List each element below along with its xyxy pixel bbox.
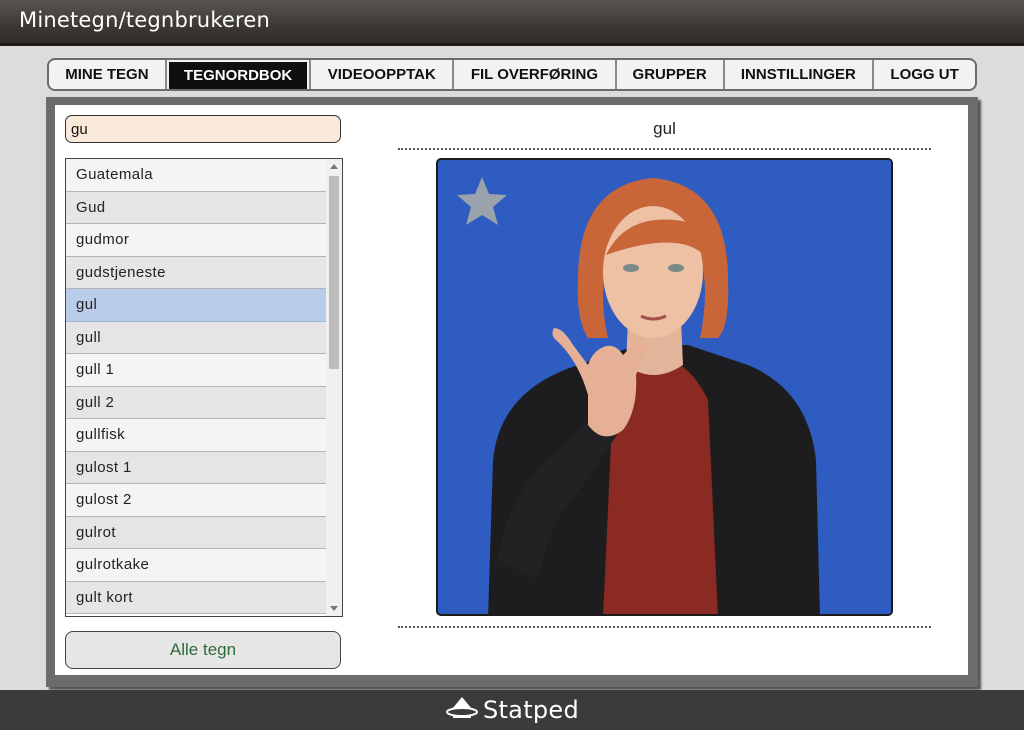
sign-word-title: gul [653,119,676,138]
word-list-scrollbar[interactable] [326,159,342,616]
word-list-item[interactable]: gulrotkake [66,549,326,582]
scrollbar-thumb[interactable] [329,176,339,369]
tab-grupper[interactable]: GRUPPER [617,60,725,89]
tab-mine-tegn[interactable]: MINE TEGN [49,60,167,89]
tab-tegnordbok[interactable]: TEGNORDBOK [168,62,308,89]
word-list-item[interactable]: gudstjeneste [66,256,326,289]
footer: Statped [0,690,1024,730]
scroll-up-arrow-icon[interactable] [330,164,338,169]
word-list-item[interactable]: gulost 1 [66,451,326,484]
word-list-item[interactable]: gull 1 [66,354,326,387]
favorite-star-icon[interactable] [454,174,510,230]
tab-logg-ut[interactable]: LOGG UT [874,60,975,89]
statped-logo-icon [445,695,479,725]
tab-videoopptak[interactable]: VIDEOOPPTAK [309,60,455,89]
word-list-item[interactable]: gulost 2 [66,484,326,517]
footer-brand: Statped [482,696,580,724]
sign-video-player[interactable] [436,158,893,616]
word-list-item[interactable]: gudmor [66,224,326,257]
main-nav: MINE TEGN TEGNORDBOK VIDEOOPPTAK FIL OVE… [47,58,977,91]
divider-bottom [398,626,931,628]
app-title: Minetegn/tegnbrukeren [19,8,271,32]
word-list-item[interactable]: gult kort [66,581,326,614]
scroll-down-arrow-icon[interactable] [330,606,338,611]
tab-innstillinger[interactable]: INNSTILLINGER [725,60,875,89]
word-list-item[interactable]: Guatemala [66,159,326,192]
word-list-item[interactable]: gull [66,321,326,354]
all-signs-button[interactable]: Alle tegn [65,631,341,669]
tab-fil-overforing[interactable]: FIL OVERFØRING [454,60,617,89]
dictionary-panel-frame: GuatemalaGudgudmorgudstjenestegulgullgul… [46,97,978,687]
dictionary-panel: GuatemalaGudgudmorgudstjenestegulgullgul… [55,105,968,675]
word-list-item[interactable]: gull 2 [66,386,326,419]
word-list-item[interactable]: gullfisk [66,419,326,452]
word-list-item[interactable]: gulrot [66,516,326,549]
word-list-item[interactable]: gul [66,289,326,322]
word-list-items: Guatemala Gud gudmor gudstjeneste gul gull gul… [66,159,342,614]
search-input[interactable] [65,115,341,143]
divider-top [398,148,931,150]
word-list-item[interactable]: Gud [66,191,326,224]
word-list[interactable]: Guatemala Gud gudmor gudstjeneste gul gull gul… [65,158,343,617]
app-title-bar: Minetegn/tegnbrukeren [0,0,1024,46]
